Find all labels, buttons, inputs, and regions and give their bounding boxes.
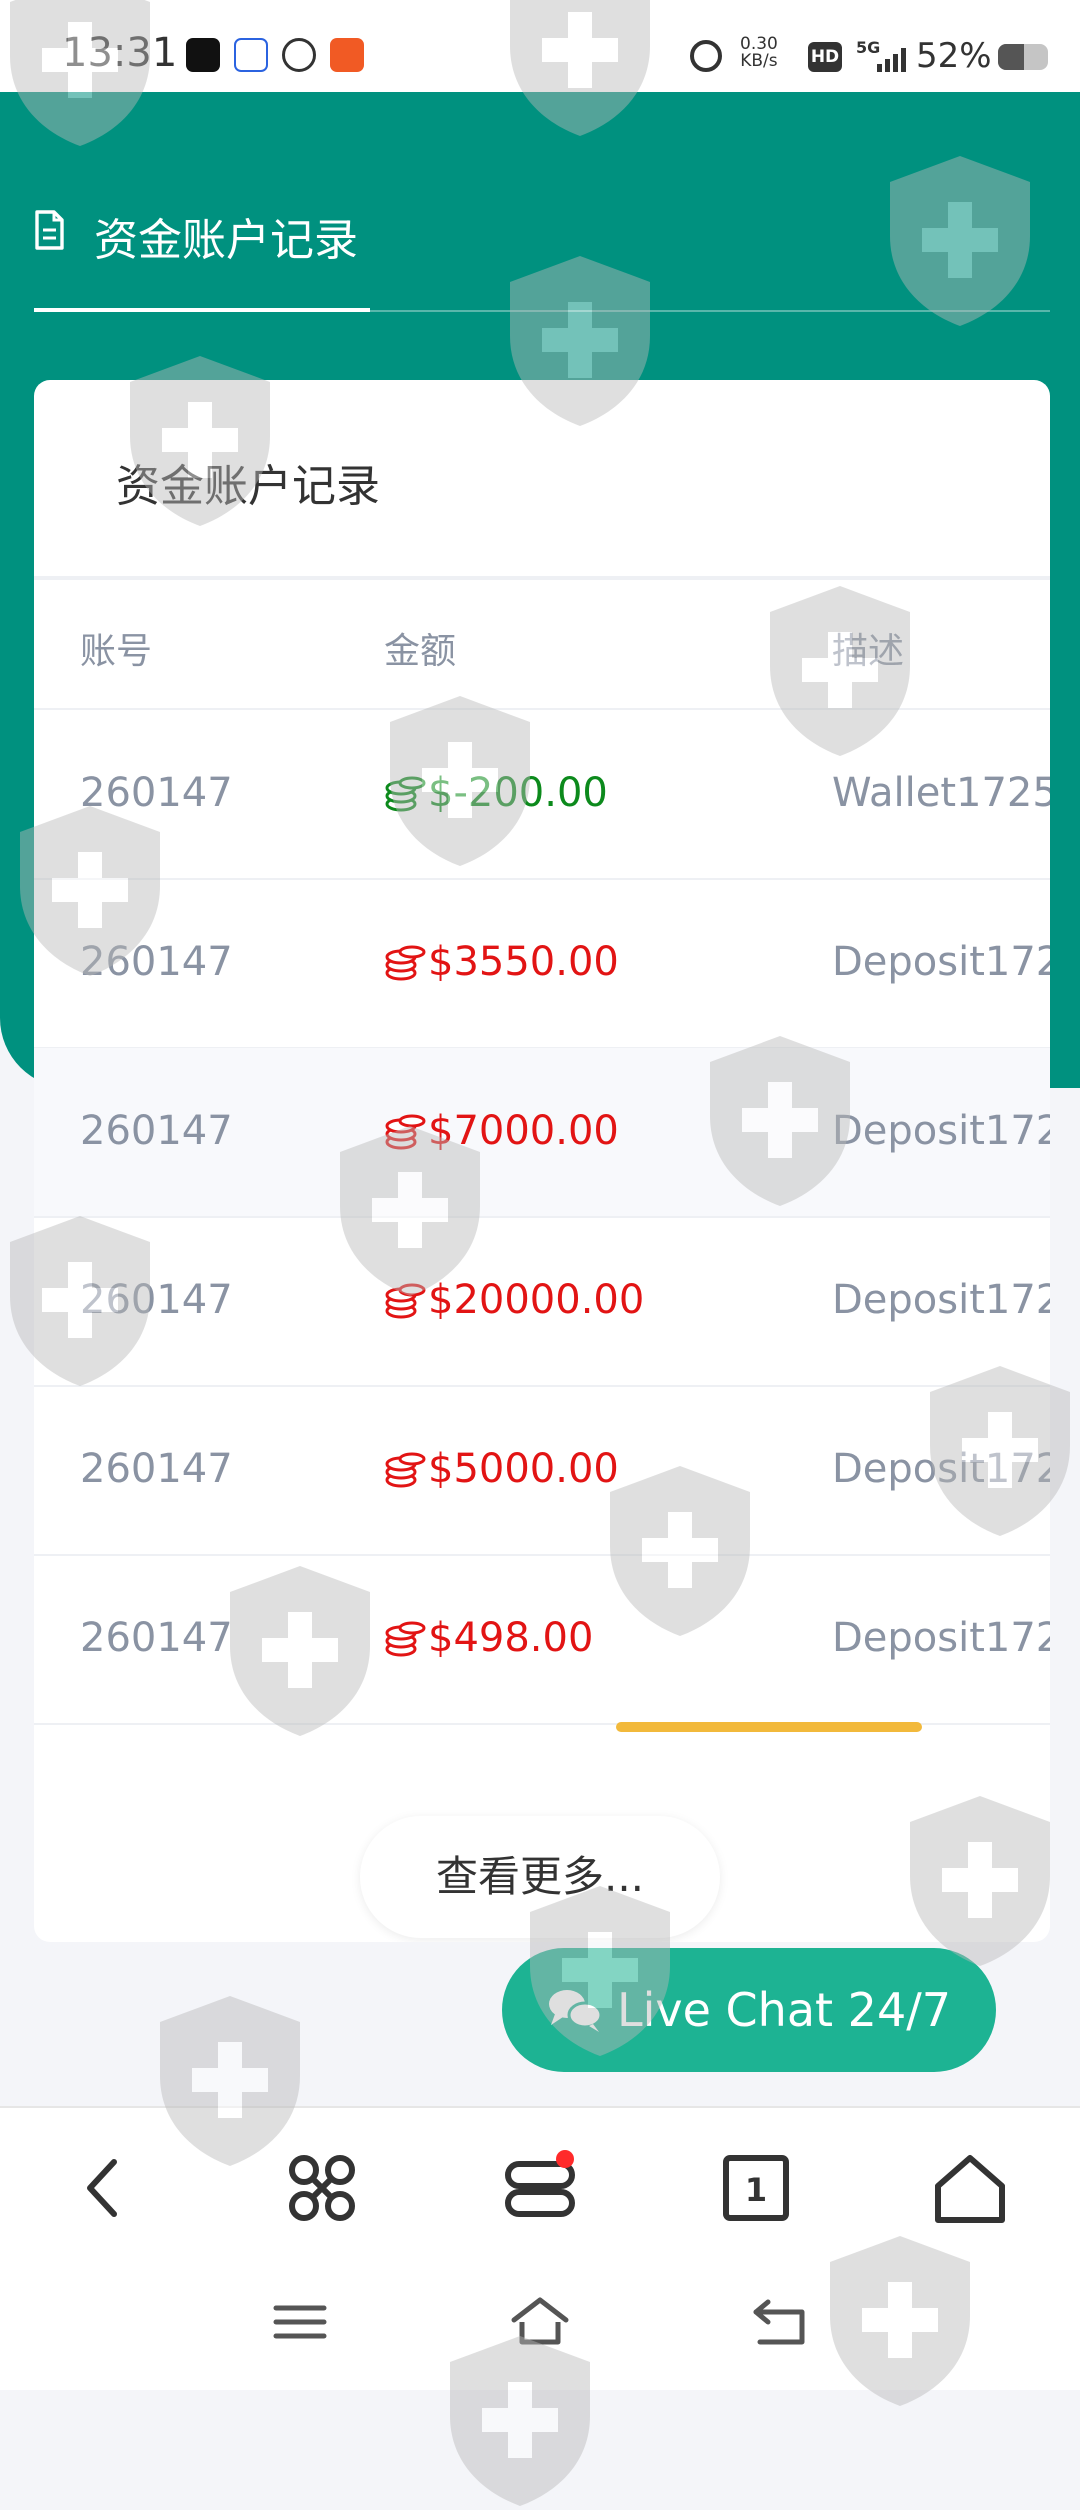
amount-value: $3550.00 [428, 939, 619, 985]
amount-cell: $-200.00 [384, 770, 608, 816]
shopping-app-icon [330, 38, 364, 72]
description-cell: Deposit172 [832, 1108, 1050, 1154]
back-button[interactable] [66, 2148, 146, 2228]
description-cell: Wallet1725 [832, 770, 1050, 816]
coins-icon [385, 776, 426, 812]
account-cell: 260147 [80, 1446, 233, 1492]
live-chat-button[interactable]: Live Chat 24/7 [502, 1948, 996, 2072]
menu-stack-button[interactable] [500, 2148, 580, 2228]
view-more-button[interactable]: 查看更多... [360, 1816, 720, 1938]
system-menu-button[interactable] [268, 2294, 332, 2350]
browser-app-icon [282, 38, 316, 72]
coins-icon [385, 1283, 426, 1319]
status-app-icons [186, 38, 364, 72]
return-icon [753, 2299, 805, 2345]
amount-value: $20000.00 [428, 1277, 645, 1323]
amount-value: $498.00 [428, 1615, 594, 1661]
table-row[interactable]: 260147 $5000.00 Deposit172 [34, 1386, 1050, 1556]
signal-icon: 5G [856, 38, 906, 74]
coins-icon [385, 945, 426, 981]
tabs-button[interactable]: 1 [716, 2148, 796, 2228]
records-card: 资金账户记录 账号 金额 描述 260147 $-200.00 Wallet1725… [34, 380, 1050, 1942]
command-button[interactable] [282, 2148, 362, 2228]
column-header-description: 描述 [832, 631, 905, 672]
system-home-button[interactable] [508, 2294, 572, 2350]
amount-value: $5000.00 [428, 1446, 619, 1492]
tab-title[interactable]: 资金账户记录 [94, 204, 358, 268]
status-bar: 13:31 0.30 KB/s HD 5G 52% [0, 0, 1080, 92]
menu-icon [273, 2305, 327, 2339]
battery-percent: 52% [916, 36, 992, 76]
account-cell: 260147 [80, 1615, 233, 1661]
card-title: 资金账户记录 [116, 461, 380, 512]
amount-cell: $20000.00 [384, 1277, 644, 1323]
battery-icon [998, 44, 1048, 70]
back-icon [87, 2159, 117, 2217]
column-header-amount: 金额 [384, 631, 457, 672]
browser-toolbar: 1 [0, 2106, 1080, 2390]
document-icon [35, 210, 64, 250]
tiktok-app-icon [186, 38, 220, 72]
amount-value: $-200.00 [428, 770, 608, 816]
status-time: 13:31 [62, 30, 178, 76]
account-cell: 260147 [80, 1108, 233, 1154]
table-row[interactable]: 260147 $7000.00 Deposit172 [34, 1048, 1050, 1218]
description-cell: Deposit172 [832, 1615, 1050, 1661]
coins-icon [385, 1621, 426, 1657]
coins-icon [385, 1452, 426, 1488]
description-cell: Deposit172 [832, 1277, 1050, 1323]
baidu-app-icon [234, 38, 268, 72]
tab-count: 1 [745, 2171, 767, 2209]
account-cell: 260147 [80, 770, 233, 816]
alarm-icon [690, 40, 722, 72]
status-indicators: 0.30 KB/s HD 5G 52% [660, 34, 1080, 76]
table-row[interactable]: 260147 $20000.00 Deposit172 [34, 1217, 1050, 1387]
network-speed-unit: KB/s [740, 51, 778, 71]
chat-bubbles-icon [549, 1990, 603, 2032]
home-outline-icon [511, 2297, 569, 2345]
amount-cell: $3550.00 [384, 939, 619, 985]
amount-cell: $5000.00 [384, 1446, 619, 1492]
account-cell: 260147 [80, 939, 233, 985]
table-row[interactable]: 260147 $3550.00 Deposit172 [34, 879, 1050, 1049]
table-row[interactable]: 260147 $498.00 Deposit172 [34, 1555, 1050, 1725]
tab-count-icon: 1 [723, 2155, 789, 2221]
coins-icon [385, 1114, 426, 1150]
amount-cell: $498.00 [384, 1615, 593, 1661]
home-button[interactable] [930, 2148, 1010, 2228]
home-icon [935, 2155, 1005, 2223]
notification-dot [556, 2150, 574, 2168]
signal-bars [877, 48, 906, 72]
battery-fill [998, 44, 1024, 70]
hd-badge: HD [808, 42, 842, 72]
network-speed: 0.30 KB/s [740, 36, 778, 70]
command-icon [289, 2155, 355, 2221]
account-cell: 260147 [80, 1277, 233, 1323]
description-cell: Deposit172 [832, 939, 1050, 985]
table-header: 账号 金额 描述 [34, 580, 1050, 710]
amount-value: $7000.00 [428, 1108, 619, 1154]
live-chat-label: Live Chat 24/7 [617, 1983, 951, 2037]
horizontal-scroll-indicator[interactable] [616, 1722, 922, 1732]
tab-active-indicator [34, 308, 370, 312]
amount-cell: $7000.00 [384, 1108, 619, 1154]
table-row[interactable]: 260147 $-200.00 Wallet1725 [34, 710, 1050, 880]
system-back-button[interactable] [748, 2294, 812, 2350]
column-header-account: 账号 [80, 631, 153, 672]
description-cell: Deposit172 [832, 1446, 1050, 1492]
